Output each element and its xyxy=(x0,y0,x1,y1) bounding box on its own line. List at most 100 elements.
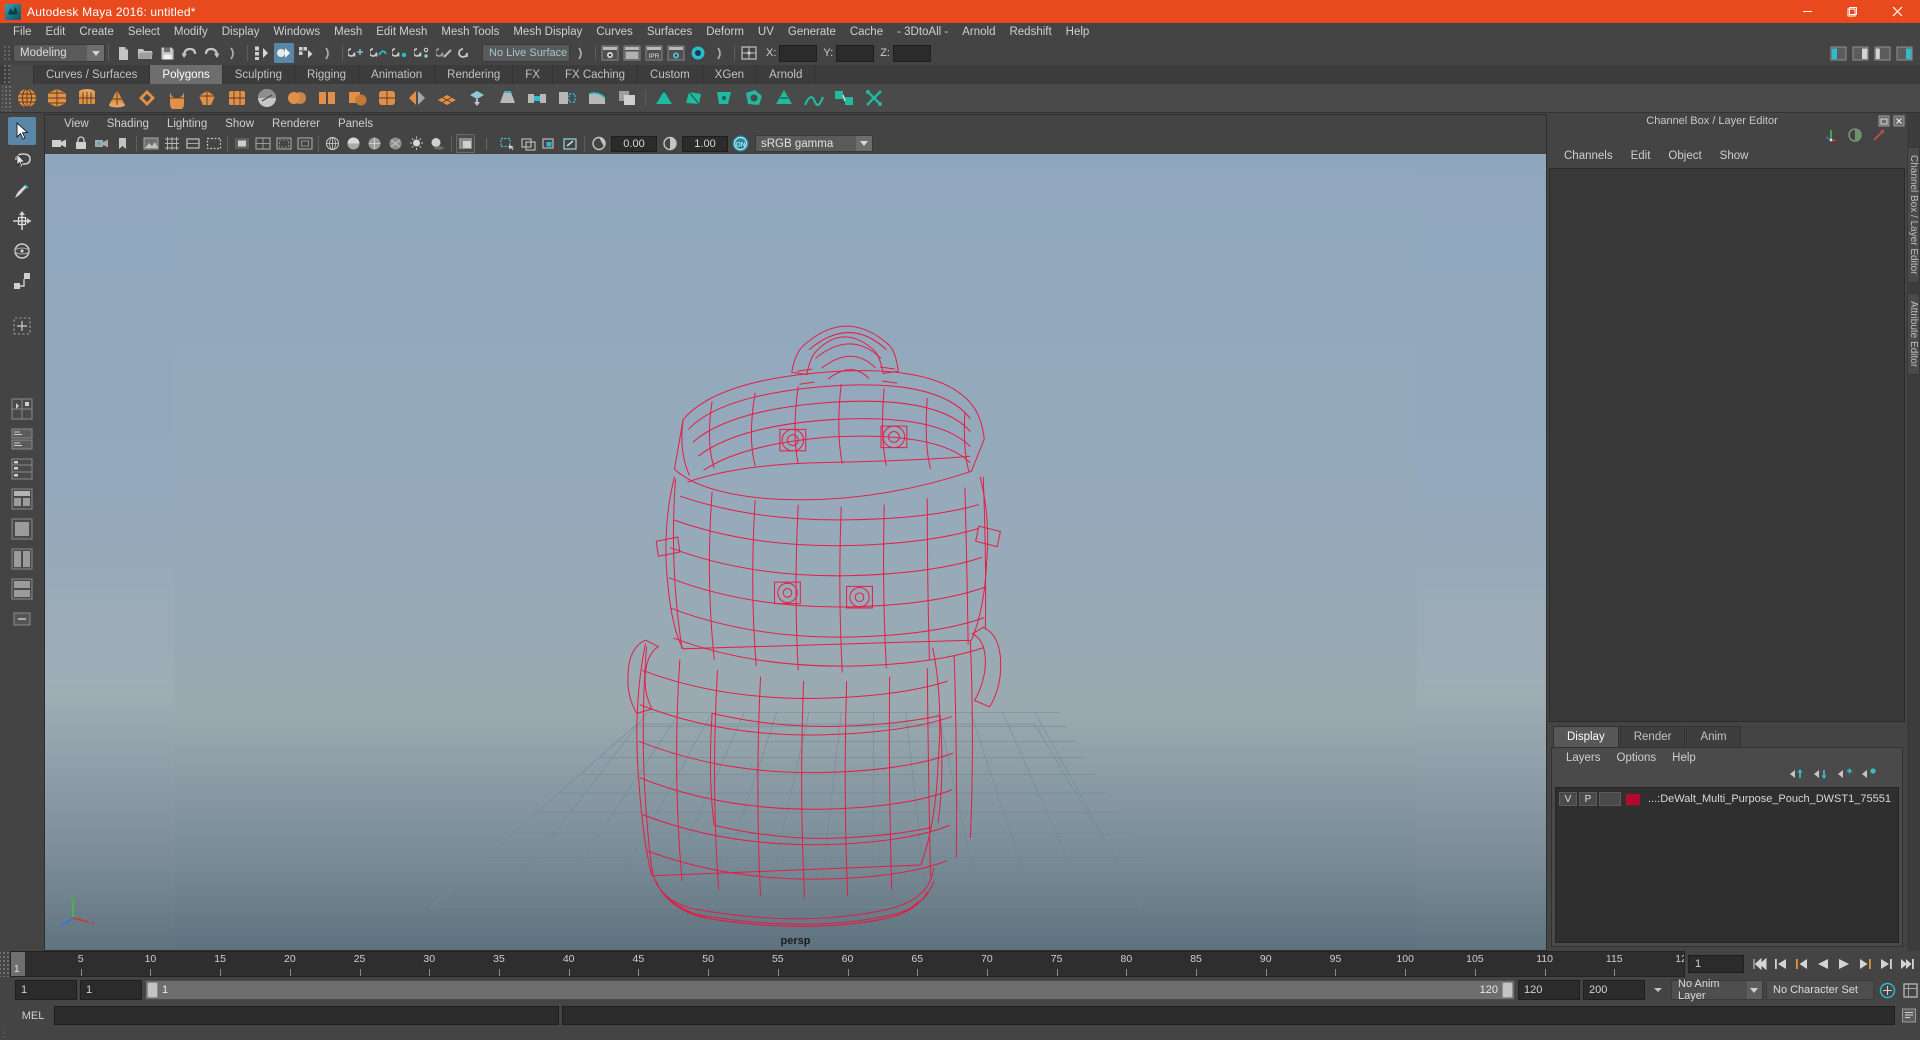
menu-mesh-display[interactable]: Mesh Display xyxy=(506,23,589,41)
z-coord-input[interactable] xyxy=(892,44,931,62)
animation-preferences-icon[interactable] xyxy=(1900,980,1920,1000)
viewport-menu-renderer[interactable]: Renderer xyxy=(263,115,329,133)
new-layer-from-selected-icon[interactable] xyxy=(1861,767,1876,785)
shaded-wireframe-icon[interactable] xyxy=(365,134,384,153)
fill-hole-icon[interactable] xyxy=(741,85,767,111)
save-scene-icon[interactable] xyxy=(157,43,177,63)
viewport-menu-show[interactable]: Show xyxy=(216,115,263,133)
viewport-menu-panels[interactable]: Panels xyxy=(329,115,382,133)
maximize-button[interactable] xyxy=(1830,0,1875,23)
select-by-object-type-icon[interactable] xyxy=(274,43,294,63)
character-set-selector[interactable]: No Character Set xyxy=(1766,980,1874,1000)
step-back-key-icon[interactable] xyxy=(1792,954,1812,974)
shelf-grip[interactable] xyxy=(2,65,10,84)
hypershade-icon[interactable] xyxy=(688,43,708,63)
shading-toggle-icon[interactable] xyxy=(1847,127,1863,148)
scale-tool[interactable] xyxy=(8,267,36,295)
show-hide-attribute-editor-icon[interactable] xyxy=(1850,43,1870,63)
absolute-transform-icon[interactable] xyxy=(739,43,759,63)
layer-menu-layers[interactable]: Layers xyxy=(1558,748,1609,767)
layout-single-pane-icon[interactable] xyxy=(8,515,36,543)
shelf-tab-rendering[interactable]: Rendering xyxy=(435,65,514,84)
menu-deform[interactable]: Deform xyxy=(699,23,751,41)
live-surface-expand-icon[interactable] xyxy=(571,43,591,63)
menu-curves[interactable]: Curves xyxy=(589,23,639,41)
channel-box-menu-object[interactable]: Object xyxy=(1659,146,1710,166)
mirror-cut-icon[interactable] xyxy=(861,85,887,111)
new-scene-icon[interactable] xyxy=(113,43,133,63)
animation-end-field[interactable]: 120 xyxy=(1518,980,1580,1000)
rotate-tool[interactable] xyxy=(8,237,36,265)
time-slider[interactable]: 1 5 10 15 20 25 30 35 40 45 50 55 60 65 70 75 80 85 90 95 1… xyxy=(10,951,1685,977)
menu-edit[interactable]: Edit xyxy=(39,23,73,41)
menu-surfaces[interactable]: Surfaces xyxy=(640,23,699,41)
resolution-gate-icon[interactable] xyxy=(204,134,223,153)
wireframe-icon[interactable] xyxy=(323,134,342,153)
field-chart-icon[interactable] xyxy=(253,134,272,153)
play-forwards-icon[interactable] xyxy=(1834,954,1854,974)
xray-active-components-icon[interactable] xyxy=(540,134,559,153)
grid-toggle-icon[interactable] xyxy=(162,134,181,153)
combine-icon[interactable] xyxy=(284,85,310,111)
y-coord-input[interactable] xyxy=(836,44,875,62)
isolate-select-icon[interactable] xyxy=(561,134,580,153)
menu-arnold[interactable]: Arnold xyxy=(955,23,1002,41)
channel-box-content[interactable] xyxy=(1549,168,1905,722)
menu-windows[interactable]: Windows xyxy=(266,23,327,41)
snap-to-point-icon[interactable] xyxy=(391,43,411,63)
menu-redshift[interactable]: Redshift xyxy=(1002,23,1058,41)
menu-uv[interactable]: UV xyxy=(751,23,781,41)
new-layer-icon[interactable] xyxy=(1837,767,1852,785)
playback-end-field[interactable]: 200 xyxy=(1583,980,1645,1000)
layout-more-icon[interactable] xyxy=(8,605,36,633)
color-management-selector[interactable]: sRGB gamma xyxy=(755,135,873,152)
bevel-icon[interactable] xyxy=(494,85,520,111)
last-tool-used[interactable] xyxy=(8,312,36,340)
menu-display[interactable]: Display xyxy=(215,23,267,41)
bridge-icon[interactable] xyxy=(524,85,550,111)
use-all-lights-icon[interactable] xyxy=(407,134,426,153)
snap-to-projected-center-icon[interactable] xyxy=(413,43,433,63)
poly-cube-icon[interactable] xyxy=(44,85,70,111)
menu-help[interactable]: Help xyxy=(1059,23,1097,41)
camera-attributes-icon[interactable] xyxy=(92,134,111,153)
separate-icon[interactable] xyxy=(314,85,340,111)
play-backwards-icon[interactable] xyxy=(1813,954,1833,974)
mirror-geometry-icon[interactable] xyxy=(404,85,430,111)
shelf-tab-polygons[interactable]: Polygons xyxy=(150,65,223,84)
range-expand-icon[interactable] xyxy=(1648,980,1668,1000)
close-panel-icon[interactable] xyxy=(1892,114,1905,127)
poly-pipe-icon[interactable] xyxy=(164,85,190,111)
menu-mesh[interactable]: Mesh xyxy=(327,23,369,41)
layer-tab-anim[interactable]: Anim xyxy=(1686,726,1741,747)
menu-modify[interactable]: Modify xyxy=(167,23,215,41)
shelf-tab-fx[interactable]: FX xyxy=(513,65,553,84)
step-forward-frame-icon[interactable] xyxy=(1876,954,1896,974)
live-surface-field[interactable]: No Live Surface xyxy=(482,44,570,62)
append-polygon-icon[interactable] xyxy=(554,85,580,111)
status-line-grip[interactable] xyxy=(2,44,10,62)
safe-action-icon[interactable] xyxy=(274,134,293,153)
layout-hypershade-icon[interactable] xyxy=(8,485,36,513)
selection-mask-expand2-icon[interactable] xyxy=(318,43,338,63)
shelf-tab-fx-caching[interactable]: FX Caching xyxy=(552,65,639,84)
film-gate-icon[interactable] xyxy=(183,134,202,153)
viewport-3d-canvas[interactable]: y x z persp xyxy=(45,154,1546,950)
poly-sphere-icon[interactable] xyxy=(14,85,40,111)
channel-box-menu-edit[interactable]: Edit xyxy=(1622,146,1660,166)
viewport-menu-lighting[interactable]: Lighting xyxy=(158,115,216,133)
step-forward-key-icon[interactable] xyxy=(1855,954,1875,974)
menuset-selector[interactable]: Modeling xyxy=(13,44,105,62)
layer-menu-options[interactable]: Options xyxy=(1609,748,1665,767)
bookmarks-icon[interactable] xyxy=(113,134,132,153)
render-sequence-icon[interactable] xyxy=(622,43,642,63)
extrude-icon[interactable] xyxy=(464,85,490,111)
layout-persp-outliner-icon[interactable] xyxy=(8,425,36,453)
gamma-icon[interactable] xyxy=(660,134,679,153)
ipr-render-icon[interactable]: IPR xyxy=(644,43,664,63)
screen-space-ao-icon[interactable] xyxy=(456,134,475,153)
image-plane-icon[interactable] xyxy=(141,134,160,153)
go-to-end-icon[interactable] xyxy=(1897,954,1917,974)
shadows-icon[interactable] xyxy=(428,134,447,153)
reduce-icon[interactable] xyxy=(771,85,797,111)
